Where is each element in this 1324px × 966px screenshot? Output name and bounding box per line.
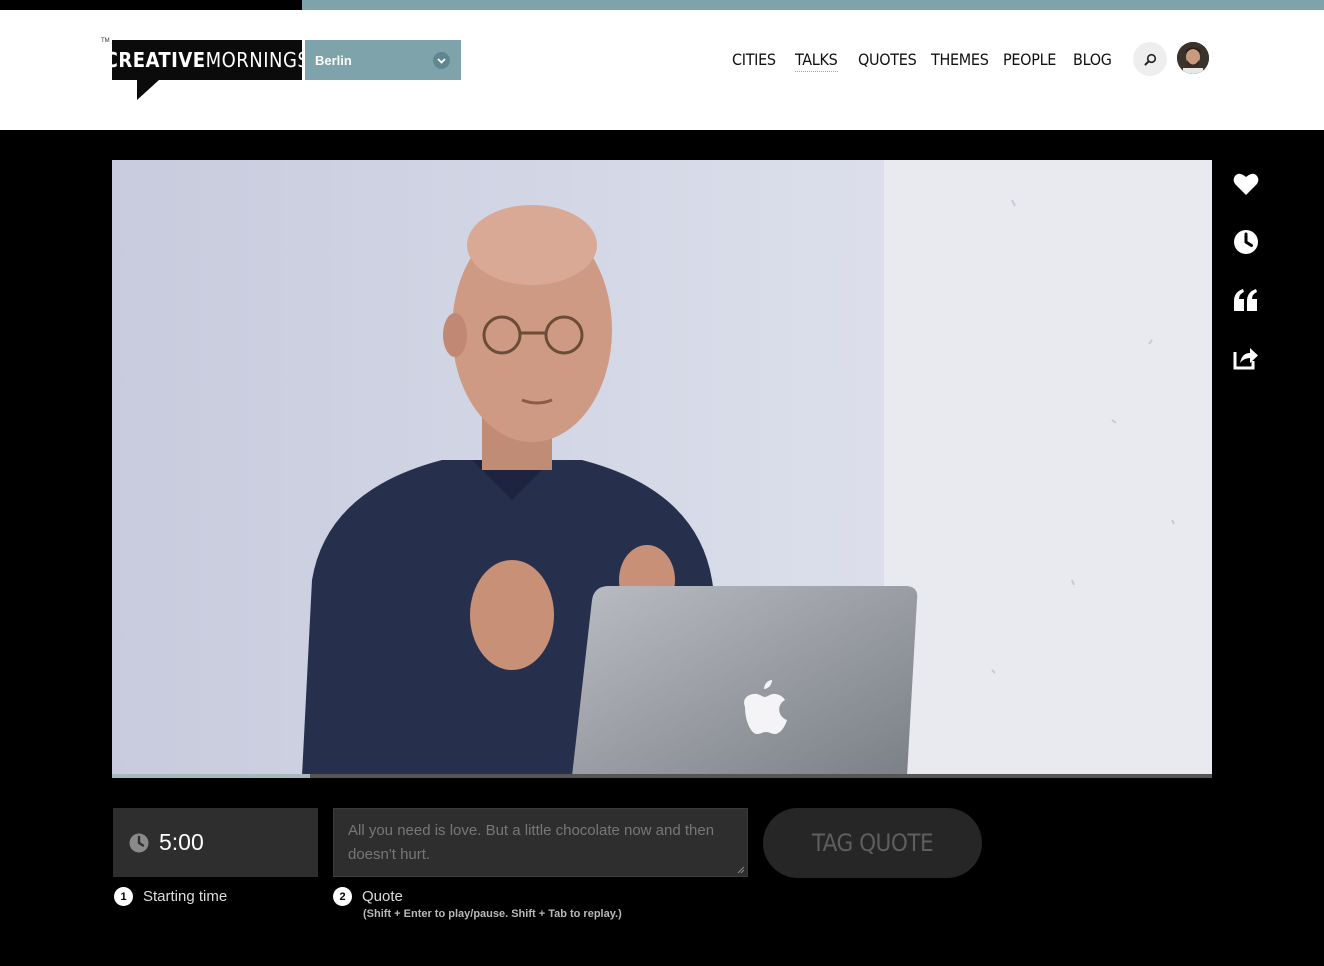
like-button[interactable] (1230, 168, 1262, 200)
step-number-1: 1 (114, 887, 133, 906)
nav-blog[interactable]: BLOG (1073, 50, 1112, 69)
starting-time-field[interactable]: 5:00 (113, 808, 318, 877)
keyboard-hint: (Shift + Enter to play/pause. Shift + Ta… (363, 908, 622, 920)
clock-icon (129, 833, 149, 852)
video-player[interactable] (112, 160, 1212, 776)
step-label-starting-time: Starting time (143, 888, 228, 905)
avatar[interactable] (1177, 42, 1209, 74)
step-label-quote: Quote (362, 888, 403, 905)
city-select-value: Berlin (315, 52, 352, 68)
heart-icon (1233, 173, 1259, 195)
quote-icon (1234, 289, 1257, 311)
logo-speech-tail (137, 80, 159, 100)
quote-input[interactable] (333, 808, 748, 877)
logo-word-mornings: MORNINGS (205, 48, 310, 72)
search-button[interactable] (1133, 42, 1167, 76)
share-button[interactable] (1230, 342, 1262, 374)
site-header: TM CREATIVE MORNINGS Berlin CITIES TALKS … (0, 10, 1324, 130)
chevron-down-icon (433, 52, 450, 69)
logo-trademark: TM (101, 38, 110, 44)
nav-talks[interactable]: TALKS (795, 50, 838, 72)
step-number-2: 2 (333, 887, 352, 906)
step-quote: 2 Quote (333, 887, 403, 906)
nav-quotes[interactable]: QUOTES (858, 50, 917, 69)
tag-quote-button[interactable]: TAG QUOTE (763, 808, 982, 878)
video-progress-bar[interactable] (112, 774, 1212, 778)
nav-themes[interactable]: THEMES (931, 50, 989, 69)
nav-cities[interactable]: CITIES (732, 50, 776, 69)
share-icon (1233, 348, 1258, 370)
logo-word-creative: CREATIVE (104, 48, 206, 72)
video-frame-image (112, 160, 1212, 776)
clock-icon (1234, 230, 1258, 254)
watch-later-button[interactable] (1230, 226, 1262, 258)
resize-handle-icon[interactable] (737, 866, 745, 874)
search-icon (1144, 53, 1156, 65)
starting-time-value: 5:00 (159, 829, 204, 855)
top-accent-bar (0, 0, 1324, 10)
logo-wordmark: CREATIVE MORNINGS (105, 40, 309, 80)
video-progress-fill (112, 774, 310, 778)
city-select[interactable]: Berlin (305, 40, 461, 80)
nav-people[interactable]: PEOPLE (1003, 50, 1056, 69)
top-accent-bar-dark-segment (0, 0, 302, 10)
step-starting-time: 1 Starting time (114, 887, 227, 906)
quotes-button[interactable] (1230, 284, 1262, 316)
